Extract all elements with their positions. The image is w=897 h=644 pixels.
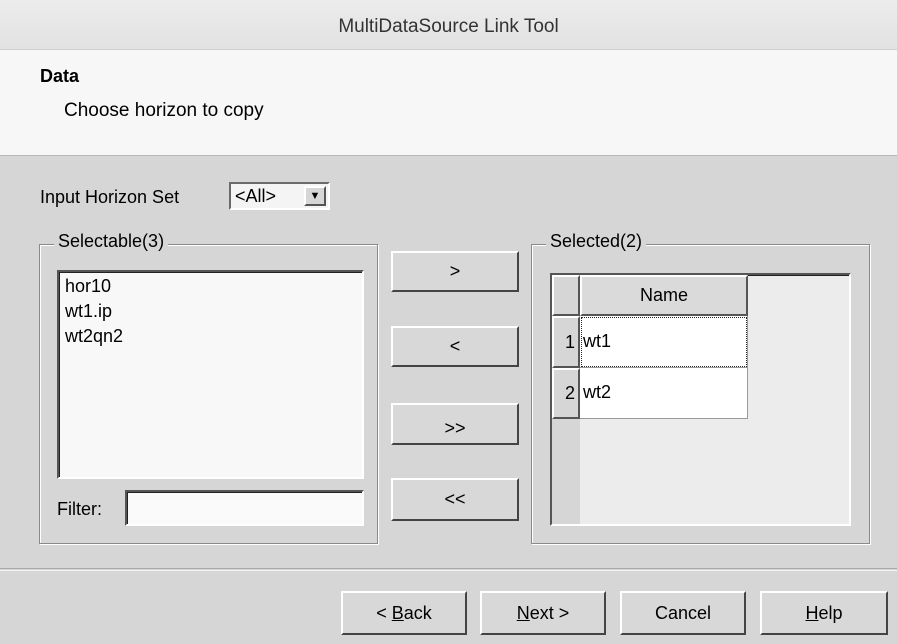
- add-all-button[interactable]: >>: [391, 403, 519, 445]
- remove-button[interactable]: <: [391, 326, 519, 367]
- next-button[interactable]: Next >: [480, 591, 606, 635]
- cancel-label: Cancel: [654, 603, 712, 623]
- selected-table[interactable]: Name 1 wt1 2 wt2: [550, 273, 851, 526]
- table-cell[interactable]: wt2: [580, 368, 748, 419]
- window-title: MultiDataSource Link Tool: [338, 16, 559, 37]
- horizon-set-value: <All>: [235, 186, 277, 206]
- horizon-set-label: Input Horizon Set: [40, 187, 180, 207]
- selectable-list[interactable]: hor10 wt1.ip wt2qn2: [57, 270, 364, 479]
- window-titlebar[interactable]: MultiDataSource Link Tool: [0, 0, 897, 50]
- page-title: Data: [40, 66, 80, 86]
- row-header[interactable]: 1: [552, 316, 580, 368]
- selected-title: Selected(2): [546, 231, 647, 252]
- next-rest: ext >: [529, 603, 570, 623]
- filter-label: Filter:: [57, 499, 102, 519]
- list-item[interactable]: wt1.ip: [65, 301, 112, 322]
- help-button[interactable]: Help: [760, 591, 888, 635]
- page-subtitle: Choose horizon to copy: [64, 100, 264, 121]
- remove-all-button[interactable]: <<: [391, 478, 519, 521]
- list-item[interactable]: wt2qn2: [65, 326, 123, 347]
- wizard-header: Data Choose horizon to copy: [0, 50, 897, 156]
- selectable-title: Selectable(3): [54, 231, 169, 252]
- back-rest: ack: [403, 603, 432, 623]
- filter-input[interactable]: [125, 490, 364, 526]
- remove-button-label: <: [449, 336, 461, 356]
- table-cell[interactable]: wt1: [580, 316, 748, 368]
- back-button[interactable]: < Back: [341, 591, 467, 635]
- cancel-button[interactable]: Cancel: [620, 591, 746, 635]
- remove-all-button-label: <<: [444, 489, 466, 509]
- help-rest: elp: [818, 603, 843, 623]
- next-mnemonic: N: [516, 603, 530, 623]
- table-corner: [552, 275, 580, 316]
- row-header[interactable]: 2: [552, 368, 580, 419]
- chevron-down-icon[interactable]: ▼: [304, 186, 326, 206]
- add-button-label: >: [449, 261, 461, 281]
- row-header-filler: [552, 419, 580, 524]
- back-prefix: <: [376, 603, 392, 623]
- column-header-name[interactable]: Name: [580, 275, 748, 316]
- horizon-set-combo[interactable]: <All> ▼: [229, 182, 330, 210]
- add-button[interactable]: >: [391, 251, 519, 292]
- back-mnemonic: B: [391, 603, 404, 623]
- list-item[interactable]: hor10: [65, 276, 111, 297]
- help-mnemonic: H: [805, 603, 819, 623]
- add-all-button-label: >>: [444, 418, 466, 438]
